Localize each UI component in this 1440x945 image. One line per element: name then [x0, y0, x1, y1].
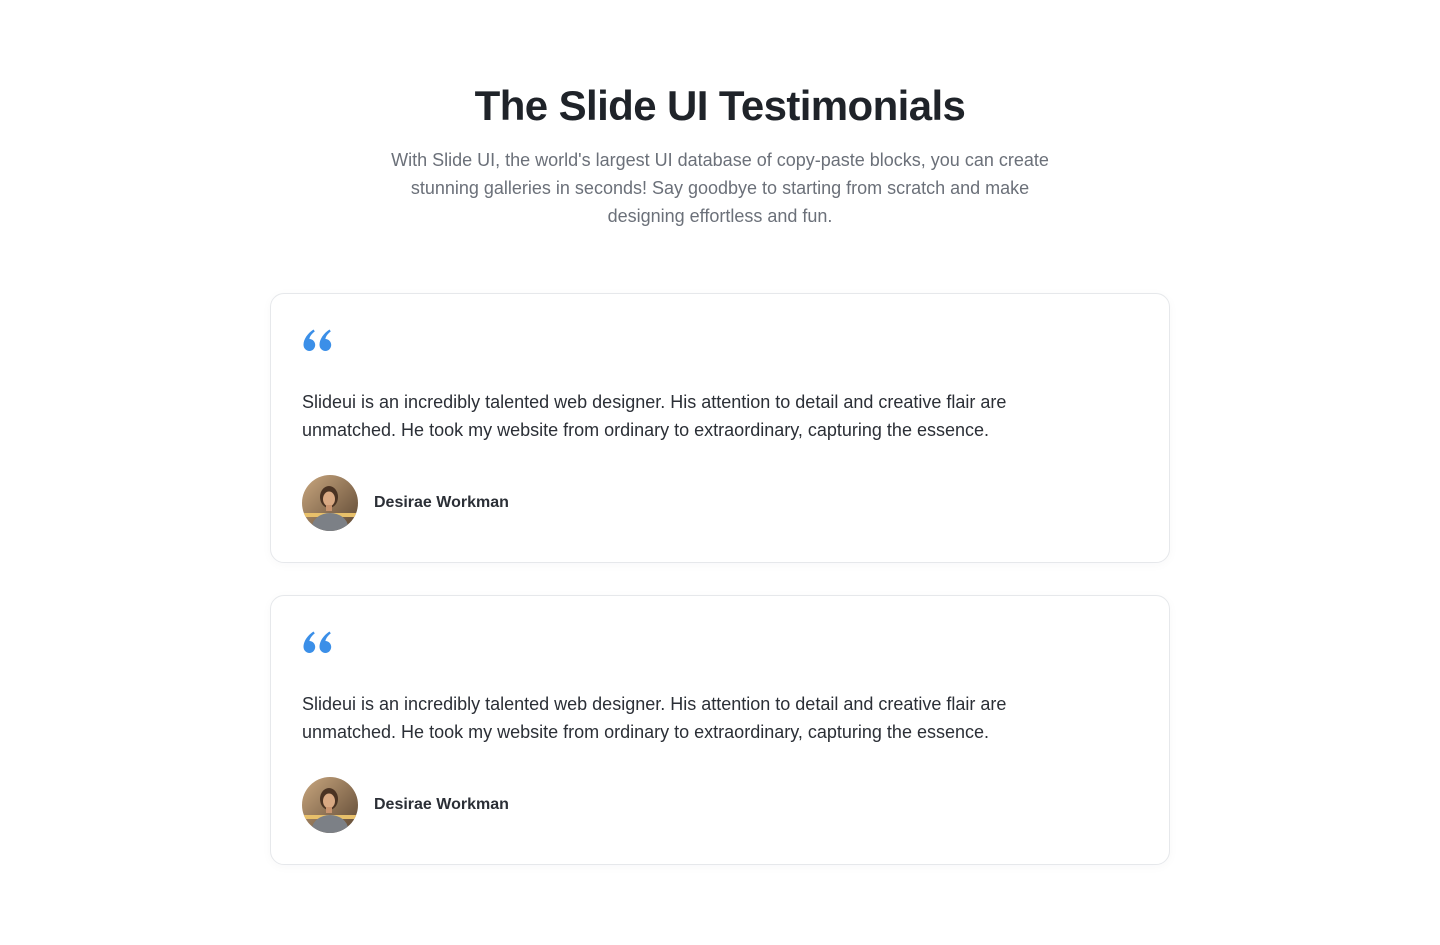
avatar	[302, 475, 358, 531]
avatar	[302, 777, 358, 833]
testimonial-text: Slideui is an incredibly talented web de…	[302, 694, 1007, 742]
quote-icon	[303, 630, 333, 654]
testimonial-author: Desirae Workman	[302, 475, 509, 531]
testimonials-section: The Slide UI Testimonials With Slide UI,…	[0, 0, 1440, 945]
testimonial-card: Slideui is an incredibly talented web de…	[270, 293, 1170, 563]
author-name: Desirae Workman	[374, 796, 509, 813]
quote-icon	[303, 328, 333, 352]
testimonial-text: Slideui is an incredibly talented web de…	[302, 392, 1007, 440]
page-subtitle: With Slide UI, the world's largest UI da…	[391, 150, 1049, 226]
testimonial-author: Desirae Workman	[302, 777, 509, 833]
page-title: The Slide UI Testimonials	[474, 82, 966, 129]
testimonial-card: Slideui is an incredibly talented web de…	[270, 595, 1170, 865]
author-name: Desirae Workman	[374, 494, 509, 511]
